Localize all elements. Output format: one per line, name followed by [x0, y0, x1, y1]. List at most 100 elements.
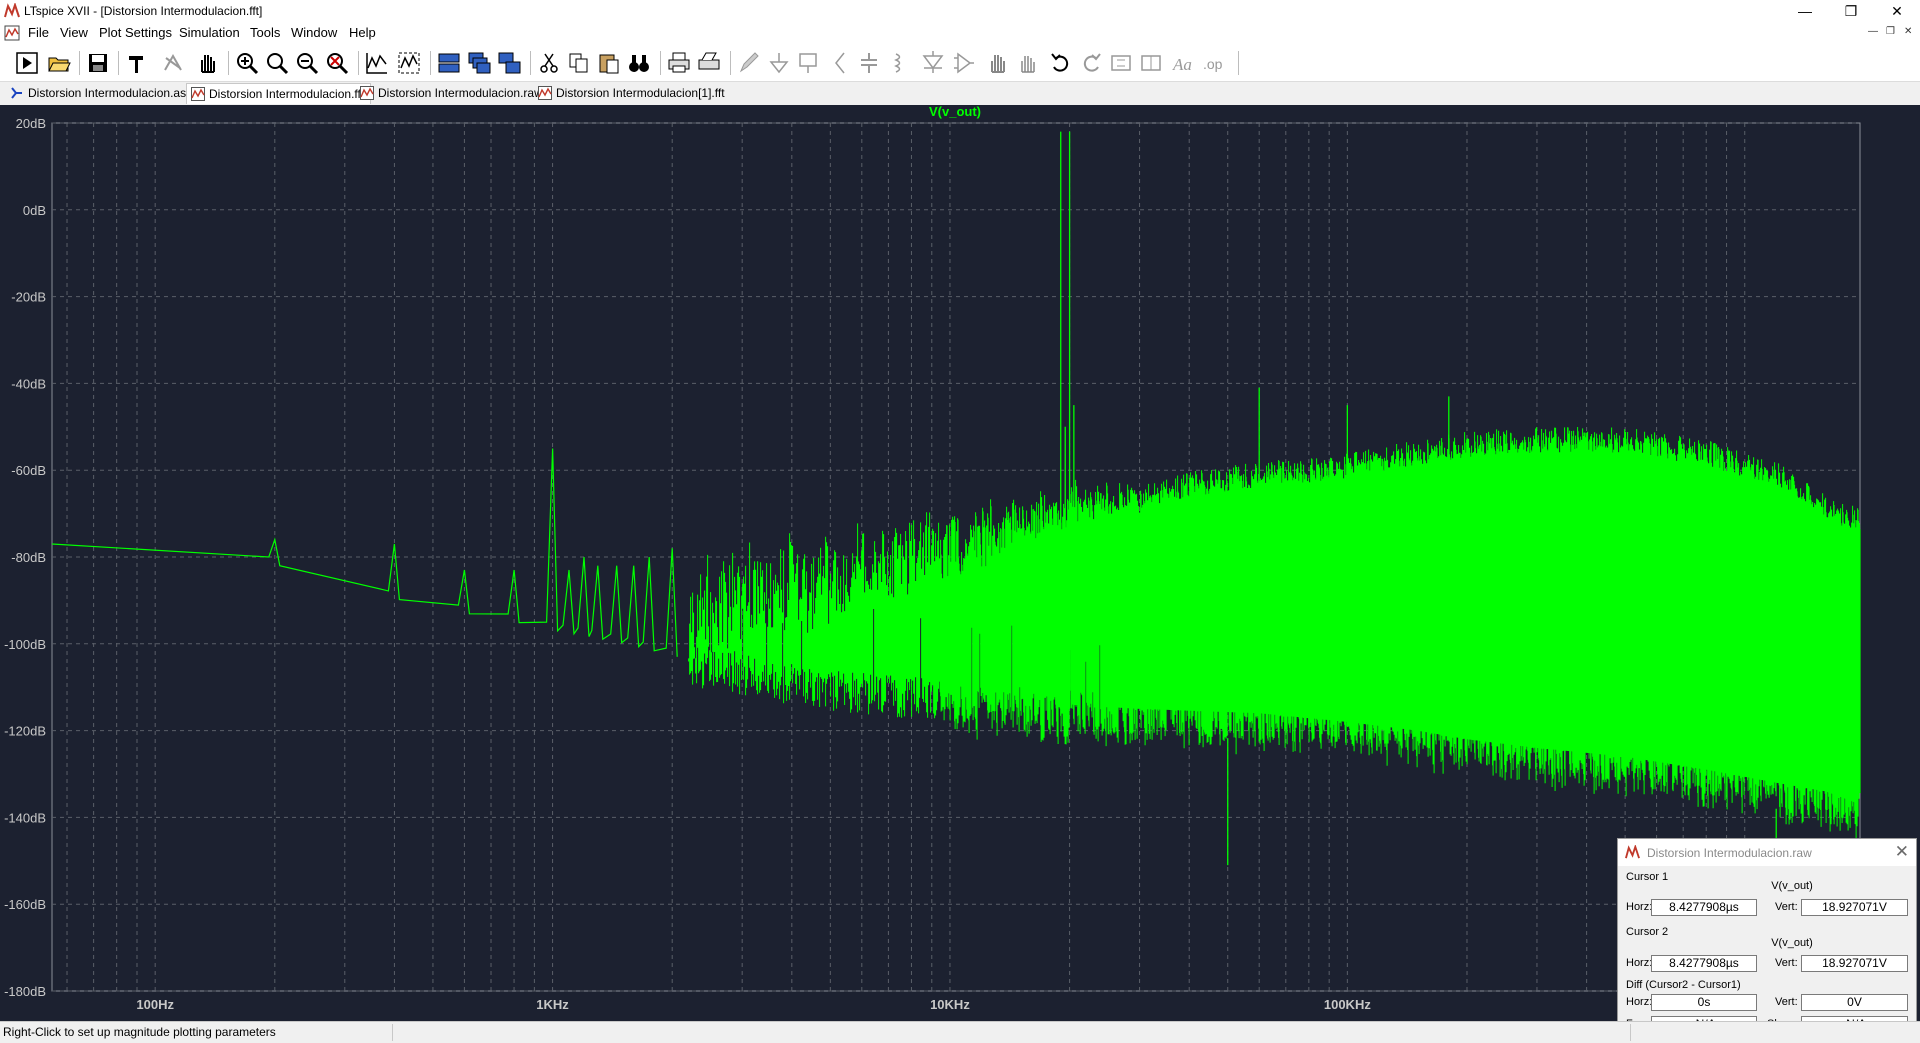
copy-button[interactable] [566, 50, 592, 76]
menu-view[interactable]: View [57, 25, 91, 40]
minimize-button[interactable]: — [1782, 0, 1828, 22]
x-tick-label: 1KHz [536, 997, 569, 1012]
cursor-readout-dialog[interactable]: Distorsion Intermodulacion.raw ✕ Cursor … [1617, 838, 1917, 1042]
tile-vertical-button[interactable] [496, 50, 522, 76]
paste-button[interactable] [596, 50, 622, 76]
draw-wire-button[interactable] [736, 50, 762, 76]
trace-title-v-out[interactable]: V(v_out) [929, 105, 981, 119]
capacitor-button[interactable] [856, 50, 882, 76]
diff-horz-field[interactable]: 0s [1651, 994, 1757, 1011]
zoom-cancel-icon [327, 53, 349, 75]
redo-icon [1083, 53, 1101, 72]
y-tick-label: -140dB [4, 810, 46, 825]
y-tick-label: -80dB [11, 550, 46, 565]
autorange-button[interactable] [364, 50, 390, 76]
diff-vert-field[interactable]: 0V [1801, 994, 1908, 1011]
cursor2-vert-field[interactable]: 18.927071V [1801, 955, 1908, 972]
menu-help[interactable]: Help [346, 25, 379, 40]
cursor2-vert-label: Vert: [1775, 957, 1798, 969]
cursor1-vert-field[interactable]: 18.927071V [1801, 899, 1908, 916]
tile-horizontal-icon [438, 53, 460, 73]
menu-plot-settings[interactable]: Plot Settings [96, 25, 175, 40]
run-icon [16, 52, 38, 74]
menu-file[interactable]: File [25, 25, 52, 40]
trace-v-out[interactable] [51, 131, 1861, 909]
tab-schematic-asc[interactable]: Distorsion Intermodulacion.asc [6, 83, 198, 104]
cursor1-label: Cursor 1 [1626, 871, 1669, 883]
undo-button[interactable] [1048, 50, 1074, 76]
cascade-button[interactable] [466, 50, 492, 76]
halt-button[interactable] [160, 50, 186, 76]
cut-button[interactable] [536, 50, 562, 76]
run-button[interactable] [14, 50, 40, 76]
menu-simulation[interactable]: Simulation [176, 25, 243, 40]
cursor2-horz-field[interactable]: 8.4277908µs [1651, 955, 1757, 972]
tab-fft[interactable]: Distorsion Intermodulacion.fft [186, 83, 372, 104]
print-icon [668, 52, 690, 73]
drag-hand-icon [1021, 56, 1035, 73]
text-button[interactable]: Aa [1170, 50, 1196, 76]
close-button[interactable]: ✕ [1874, 0, 1920, 22]
control-panel-button[interactable] [124, 50, 150, 76]
save-button[interactable] [85, 50, 111, 76]
menu-tools[interactable]: Tools [247, 25, 283, 40]
tile-horizontal-button[interactable] [436, 50, 462, 76]
drag-button[interactable] [1014, 50, 1040, 76]
save-icon [89, 54, 107, 72]
tab-label: Distorsion Intermodulacion.fft [209, 87, 365, 101]
rotate-button[interactable] [1108, 50, 1134, 76]
tab-label: Distorsion Intermodulacion.asc [28, 86, 193, 100]
document-tab-bar: Distorsion Intermodulacion.asc Distorsio… [0, 82, 1920, 106]
tab-raw[interactable]: Distorsion Intermodulacion.raw [356, 83, 549, 104]
spice-directive-button[interactable]: .op [1200, 50, 1226, 76]
redo-button[interactable] [1078, 50, 1104, 76]
status-text: Right-Click to set up magnitude plotting… [3, 1025, 276, 1039]
y-tick-label: -40dB [11, 376, 46, 391]
label-net-button[interactable] [796, 50, 822, 76]
move-button[interactable] [984, 50, 1010, 76]
menu-window[interactable]: Window [288, 25, 340, 40]
y-tick-label: -120dB [4, 724, 46, 739]
waveform-icon [538, 86, 552, 100]
mirror-button[interactable] [1138, 50, 1164, 76]
open-button[interactable] [46, 50, 72, 76]
zoom-in-icon [237, 53, 259, 75]
zoom-in-button[interactable] [234, 50, 260, 76]
find-button[interactable] [626, 50, 652, 76]
restore-icon: ❐ [1844, 3, 1858, 19]
print-setup-icon [698, 52, 720, 70]
autorange-zoom-icon [398, 52, 420, 74]
restore-button[interactable]: ❐ [1828, 0, 1874, 22]
document-waveform-icon[interactable] [4, 25, 20, 41]
autorange-zoom-button[interactable] [396, 50, 422, 76]
cursor1-horz-label: Horz: [1626, 901, 1653, 913]
diff-vert-label: Vert: [1775, 996, 1798, 1008]
zoom-back-button[interactable] [264, 50, 290, 76]
y-tick-label: 0dB [23, 203, 46, 218]
mdi-minimize-icon[interactable]: — [1868, 26, 1878, 37]
zoom-full-button[interactable] [324, 50, 350, 76]
inductor-button[interactable] [886, 50, 912, 76]
tile-vertical-icon [498, 52, 521, 74]
print-button[interactable] [666, 50, 692, 76]
autorange-icon [366, 53, 387, 74]
dialog-close-icon[interactable]: ✕ [1895, 842, 1909, 862]
binoculars-icon [629, 55, 649, 72]
dialog-title-bar[interactable]: Distorsion Intermodulacion.raw ✕ [1618, 839, 1916, 866]
undo-icon [1051, 53, 1069, 72]
resistor-button[interactable] [826, 50, 852, 76]
ground-button[interactable] [766, 50, 792, 76]
waveform-icon [360, 86, 374, 100]
print-setup-button[interactable] [696, 50, 722, 76]
mdi-restore-icon[interactable]: ❐ [1886, 26, 1895, 37]
y-tick-label: -180dB [4, 984, 46, 999]
pan-button[interactable] [194, 50, 220, 76]
y-tick-label: -100dB [4, 637, 46, 652]
diode-button[interactable] [920, 50, 946, 76]
tab-fft-1[interactable]: Distorsion Intermodulacion[1].fft [534, 83, 731, 104]
status-divider [392, 1024, 393, 1041]
component-button[interactable] [950, 50, 976, 76]
zoom-out-button[interactable] [294, 50, 320, 76]
mdi-close-icon[interactable]: ✕ [1904, 26, 1912, 37]
cursor1-horz-field[interactable]: 8.4277908µs [1651, 899, 1757, 916]
